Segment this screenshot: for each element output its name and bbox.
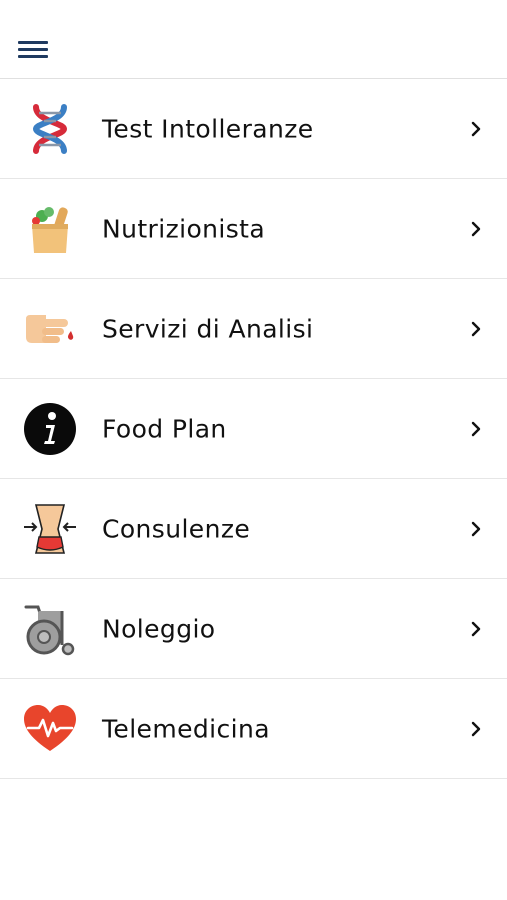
menu-item-label: Telemedicina <box>102 714 270 743</box>
menu-item-test-intolleranze[interactable]: Test Intolleranze <box>0 79 507 179</box>
app-header <box>0 0 507 79</box>
menu-item-label: Food Plan <box>102 414 227 443</box>
chevron-right-icon <box>469 220 483 238</box>
chevron-right-icon <box>469 420 483 438</box>
chevron-right-icon <box>469 520 483 538</box>
heart-pulse-icon <box>22 701 78 757</box>
menu-item-label: Nutrizionista <box>102 214 266 243</box>
chevron-right-icon <box>469 720 483 738</box>
menu-item-consulenze[interactable]: Consulenze <box>0 479 507 579</box>
chevron-right-icon <box>469 120 483 138</box>
menu-item-label: Consulenze <box>102 514 251 543</box>
waist-measure-icon <box>22 501 78 557</box>
menu-item-telemedicina[interactable]: Telemedicina <box>0 679 507 779</box>
info-icon <box>22 401 78 457</box>
finger-blood-drop-icon <box>22 301 78 357</box>
dna-icon <box>22 101 78 157</box>
wheelchair-icon <box>22 601 78 657</box>
menu-item-nutrizionista[interactable]: Nutrizionista <box>0 179 507 279</box>
hamburger-line <box>18 48 48 51</box>
menu-item-label: Servizi di Analisi <box>102 314 314 343</box>
menu-item-label: Test Intolleranze <box>102 114 314 143</box>
chevron-right-icon <box>469 620 483 638</box>
grocery-bag-icon <box>22 201 78 257</box>
menu-item-food-plan[interactable]: Food Plan <box>0 379 507 479</box>
main-menu-list: Test Intolleranze Nutrizionista Servizi … <box>0 79 507 779</box>
menu-item-label: Noleggio <box>102 614 216 643</box>
menu-item-noleggio[interactable]: Noleggio <box>0 579 507 679</box>
hamburger-line <box>18 41 48 44</box>
hamburger-menu-icon[interactable] <box>18 38 50 62</box>
chevron-right-icon <box>469 320 483 338</box>
menu-item-servizi-di-analisi[interactable]: Servizi di Analisi <box>0 279 507 379</box>
hamburger-line <box>18 55 48 58</box>
